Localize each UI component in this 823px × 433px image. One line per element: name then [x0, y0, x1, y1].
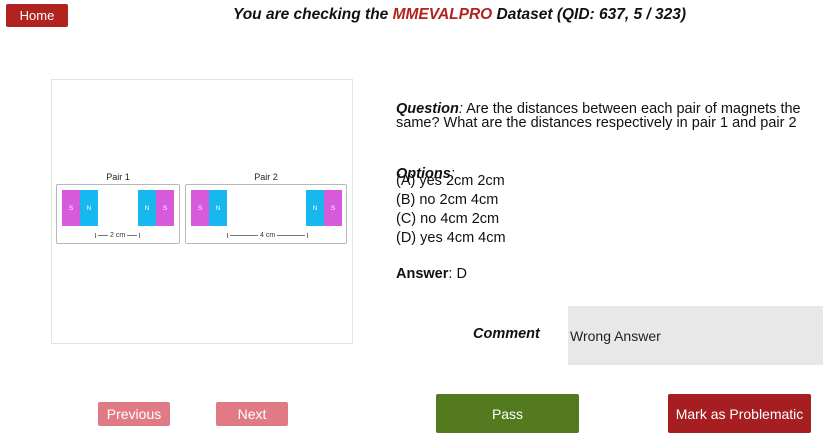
answer-label: Answer: [396, 266, 449, 282]
magnet-south: S: [191, 190, 209, 226]
magnet-north: N: [80, 190, 98, 226]
comment-input[interactable]: Wrong Answer: [568, 306, 823, 365]
question-image: Pair 1 S N N S 2 cm Pair 2 S N N S 4 cm: [51, 79, 353, 344]
magnet-south: S: [62, 190, 80, 226]
question-line2: same? What are the distances respectivel…: [396, 115, 797, 131]
pair1-title: Pair 1: [106, 172, 130, 182]
option-b: (B) no 2cm 4cm: [396, 192, 499, 208]
pair2-title: Pair 2: [254, 172, 278, 182]
magnet-north: N: [138, 190, 156, 226]
previous-button[interactable]: Previous: [98, 402, 170, 426]
magnet-north: N: [209, 190, 227, 226]
question-text: Question: Are the distances between each…: [396, 102, 823, 131]
pair2-box: S N N S 4 cm: [185, 184, 347, 244]
magnet-south: S: [156, 190, 174, 226]
option-a: (A) yes 2cm 2cm: [396, 173, 505, 189]
answer-value: : D: [448, 266, 467, 282]
pass-button[interactable]: Pass: [436, 394, 579, 433]
page-title: You are checking the MMEVALPRO Dataset (…: [0, 6, 823, 24]
magnet-south: S: [324, 190, 342, 226]
comment-label: Comment: [473, 326, 540, 342]
title-prefix: You are checking the: [232, 6, 393, 23]
pair2-distance-label: 4 cm: [260, 232, 276, 239]
pair1-distance-label: 2 cm: [110, 232, 126, 239]
next-button[interactable]: Next: [216, 402, 288, 426]
pair1-distance: 2 cm: [95, 232, 141, 239]
option-c: (C) no 4cm 2cm: [396, 211, 500, 227]
options-list: (A) yes 2cm 2cm (B) no 2cm 4cm (C) no 4c…: [396, 172, 506, 248]
option-d: (D) yes 4cm 4cm: [396, 230, 506, 246]
mark-problematic-button[interactable]: Mark as Problematic: [668, 394, 811, 433]
dataset-name: MMEVALPRO: [392, 6, 493, 23]
magnet-north: N: [306, 190, 324, 226]
title-suffix: Dataset (QID: 637, 5 / 323): [492, 6, 687, 23]
comment-value: Wrong Answer: [570, 327, 661, 344]
pair2-distance: 4 cm: [227, 232, 309, 239]
pair1-box: S N N S 2 cm: [56, 184, 180, 244]
answer: Answer: D: [396, 266, 467, 282]
